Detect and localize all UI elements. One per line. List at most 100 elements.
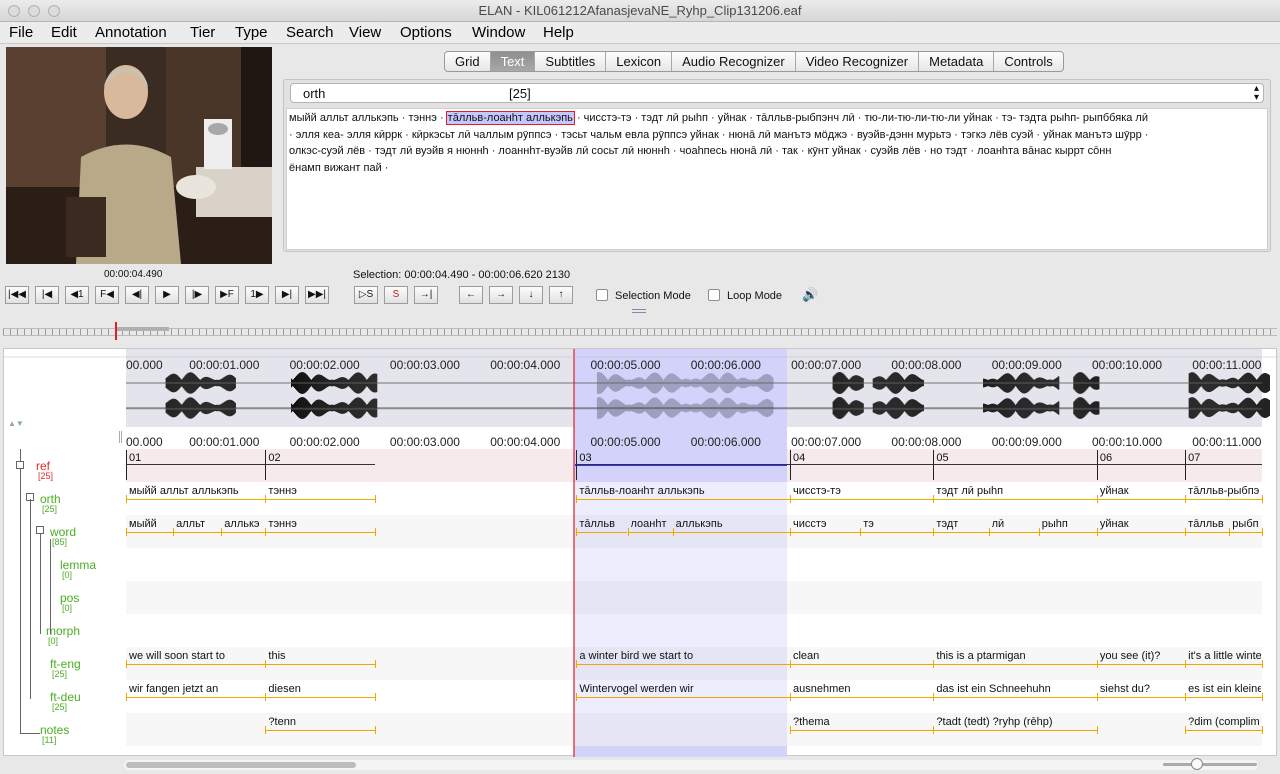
arrow-up-button[interactable]: ↑: [549, 286, 573, 304]
annotation-ft-eng[interactable]: this is a ptarmigan: [936, 650, 1025, 662]
annotation-word[interactable]: тэ: [863, 518, 874, 530]
video-viewer[interactable]: [6, 47, 272, 264]
menu-file[interactable]: File: [9, 24, 33, 41]
tab-audio-recognizer[interactable]: Audio Recognizer: [672, 52, 796, 71]
volume-icon[interactable]: 🔊: [802, 287, 818, 303]
annotation-word[interactable]: лӣ: [992, 518, 1005, 530]
annotation-orth[interactable]: чисстэ-тэ: [793, 485, 841, 497]
text-line-4[interactable]: ёнамп вижант пай ·: [289, 160, 1265, 177]
selection-mode-checkbox[interactable]: [596, 289, 608, 301]
annotation-word[interactable]: рыбп: [1232, 518, 1258, 530]
clear-selection-button[interactable]: S: [384, 286, 408, 304]
arrow-left-button[interactable]: ←: [459, 286, 483, 304]
annotation-notes[interactable]: ?tadt (tedt) ?ryhp (rēhp): [936, 716, 1052, 728]
overview-ruler[interactable]: [3, 328, 1277, 336]
annotation-word[interactable]: тэннэ: [268, 518, 296, 530]
previous-pixel-button[interactable]: ◀|: [125, 286, 149, 304]
next-frame-button[interactable]: ▶|: [275, 286, 299, 304]
annotation-ft-eng[interactable]: it's a little winter: [1188, 650, 1261, 662]
selected-annotation[interactable]: тāлльв-лоанһт аллькэпь: [445, 111, 575, 125]
zoom-slider[interactable]: [1163, 758, 1257, 770]
overview-visible-range[interactable]: [117, 327, 169, 331]
annotation-word[interactable]: мыйй: [129, 518, 157, 530]
text-view-area[interactable]: мыйй алльт аллькэпь · тэннэ · тāлльв-лоа…: [286, 108, 1268, 250]
play-button[interactable]: ▶: [155, 286, 179, 304]
go-to-begin-button[interactable]: |◀◀: [5, 286, 29, 304]
menu-tier[interactable]: Tier: [190, 24, 215, 41]
menu-window[interactable]: Window: [472, 24, 525, 41]
annotation-word[interactable]: тэдт: [936, 518, 958, 530]
menu-edit[interactable]: Edit: [51, 24, 77, 41]
annotation-notes[interactable]: ?tenn: [268, 716, 296, 728]
annotation-orth[interactable]: тэдт лӣ рыhп: [936, 485, 1003, 497]
text-line-1-rest[interactable]: · чисстэ-тэ · тэдт лӣ рыhп · уйнак · тāл…: [577, 112, 1148, 124]
annotation-orth[interactable]: тāлльв-рыбпэ: [1188, 485, 1259, 497]
annotation-word[interactable]: тāлльв: [579, 518, 615, 530]
zoom-slider-knob[interactable]: [1191, 758, 1203, 770]
zoom-window-button[interactable]: [48, 5, 60, 17]
tab-lexicon[interactable]: Lexicon: [606, 52, 673, 71]
annotation-ft-deu[interactable]: siehst du?: [1100, 683, 1150, 695]
step-forward-1-button[interactable]: 1▶: [245, 286, 269, 304]
menu-view[interactable]: View: [349, 24, 381, 41]
tab-metadata[interactable]: Metadata: [919, 52, 995, 71]
annotation-ft-deu[interactable]: es ist ein kleine: [1188, 683, 1261, 695]
tier-select[interactable]: orth [25] ▴ ▾: [290, 83, 1264, 103]
tab-text[interactable]: Text: [490, 52, 536, 71]
menu-search[interactable]: Search: [286, 24, 334, 41]
tab-controls[interactable]: Controls: [994, 52, 1062, 71]
next-pixel-button[interactable]: |▶: [185, 286, 209, 304]
annotation-ref[interactable]: 02: [268, 452, 280, 464]
annotation-orth[interactable]: уйнак: [1100, 485, 1129, 497]
annotation-ft-deu[interactable]: wir fangen jetzt an: [129, 683, 218, 695]
annotation-ref[interactable]: 01: [129, 452, 141, 464]
annotation-ref[interactable]: 05: [936, 452, 948, 464]
annotation-orth[interactable]: тāлльв-лоанһт аллькэпь: [579, 485, 704, 497]
text-annotation[interactable]: тэннэ: [408, 112, 436, 124]
annotation-ft-eng[interactable]: you see (it)?: [1100, 650, 1161, 662]
resize-handle[interactable]: [119, 431, 122, 443]
scrollbar-thumb[interactable]: [126, 762, 356, 768]
annotation-ref[interactable]: 03: [579, 452, 591, 464]
tab-video-recognizer[interactable]: Video Recognizer: [796, 52, 920, 71]
splitter-handle[interactable]: [632, 309, 646, 313]
annotation-orth[interactable]: мыйй алльт аллькэпь: [129, 485, 239, 497]
step-back-1-button[interactable]: ◀1: [65, 286, 89, 304]
annotation-notes[interactable]: ?thema: [793, 716, 830, 728]
annotation-ft-eng[interactable]: this: [268, 650, 285, 662]
annotation-word[interactable]: рыhп: [1042, 518, 1068, 530]
annotation-word[interactable]: алльт: [176, 518, 205, 530]
annotation-orth[interactable]: тэннэ: [268, 485, 296, 497]
timeline-area[interactable]: 00.000 00:00:01.000 00:00:02.000 00:00:03.0…: [3, 348, 1278, 757]
tab-grid[interactable]: Grid: [445, 52, 491, 71]
go-to-end-button[interactable]: ▶▶|: [305, 286, 329, 304]
timeline-canvas[interactable]: [4, 349, 1278, 757]
minimize-window-button[interactable]: [28, 5, 40, 17]
annotation-ft-eng[interactable]: we will soon start to: [129, 650, 225, 662]
selection-to-crosshair-button[interactable]: →|: [414, 286, 438, 304]
menu-help[interactable]: Help: [543, 24, 574, 41]
annotation-word[interactable]: тāлльв: [1188, 518, 1224, 530]
collapse-arrows-icon[interactable]: ▲▼: [8, 419, 24, 428]
annotation-ft-deu[interactable]: diesen: [268, 683, 300, 695]
annotation-word[interactable]: лоанһт: [631, 518, 667, 530]
text-line-3[interactable]: олкэс-суэй лёв · тэдт лӣ вуэйв я нюннһ ·…: [289, 143, 1265, 160]
horizontal-scrollbar[interactable]: [124, 760, 1258, 770]
annotation-word[interactable]: аллькэ: [224, 518, 259, 530]
menu-type[interactable]: Type: [235, 24, 268, 41]
annotation-ref[interactable]: 04: [793, 452, 805, 464]
annotation-ft-deu[interactable]: Wintervogel werden wir: [579, 683, 693, 695]
annotation-word[interactable]: уйнак: [1100, 518, 1129, 530]
step-back-f-button[interactable]: F◀: [95, 286, 119, 304]
loop-mode-checkbox[interactable]: [708, 289, 720, 301]
close-window-button[interactable]: [8, 5, 20, 17]
tab-subtitles[interactable]: Subtitles: [535, 52, 607, 71]
menu-options[interactable]: Options: [400, 24, 452, 41]
annotation-word[interactable]: аллькэпь: [676, 518, 723, 530]
step-forward-f-button[interactable]: ▶F: [215, 286, 239, 304]
arrow-down-button[interactable]: ↓: [519, 286, 543, 304]
annotation-notes[interactable]: ?dim (complim: [1188, 716, 1260, 728]
annotation-ft-eng[interactable]: a winter bird we start to: [579, 650, 693, 662]
annotation-ft-eng[interactable]: clean: [793, 650, 819, 662]
text-annotation[interactable]: мыйй алльт аллькэпь: [289, 112, 399, 124]
